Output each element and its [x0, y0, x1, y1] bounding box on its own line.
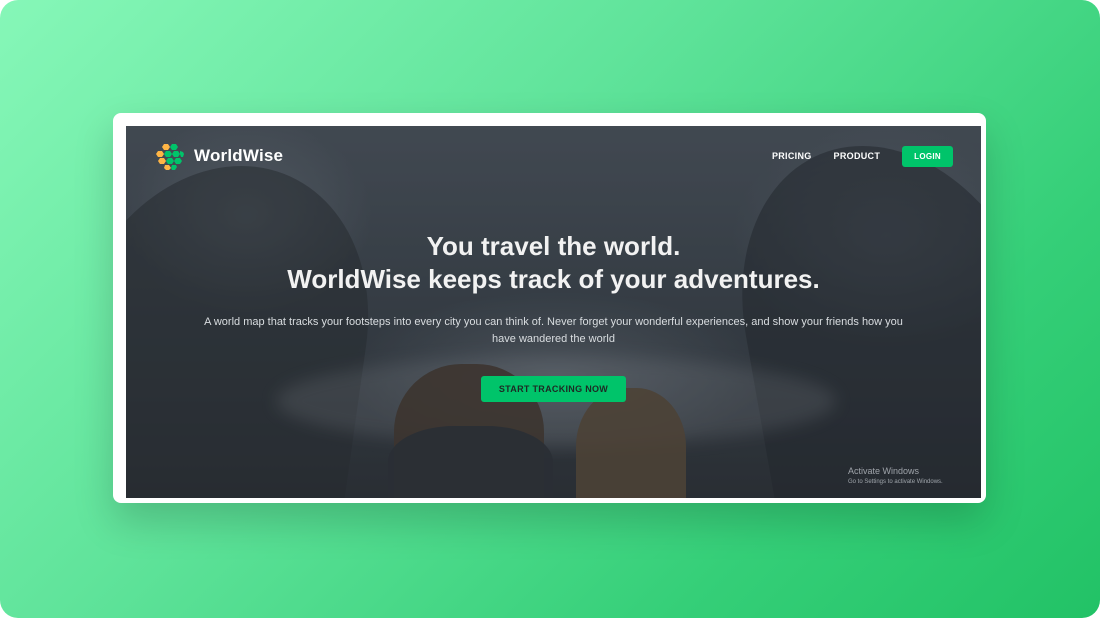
brand-logo-link[interactable]: WorldWise: [154, 140, 283, 172]
globe-hexagon-logo-icon: [156, 144, 184, 170]
hero-title-line-1: You travel the world.: [426, 231, 681, 261]
nav-link-pricing[interactable]: PRICING: [772, 151, 812, 161]
app-screen: WorldWise PRICING PRODUCT LOGIN You trav…: [126, 126, 981, 498]
nav-links: PRICING PRODUCT LOGIN: [772, 145, 953, 167]
gradient-backdrop: WorldWise PRICING PRODUCT LOGIN You trav…: [0, 0, 1100, 618]
browser-frame: WorldWise PRICING PRODUCT LOGIN You trav…: [113, 113, 986, 503]
nav-link-product[interactable]: PRODUCT: [834, 151, 881, 161]
start-tracking-button[interactable]: START TRACKING NOW: [480, 376, 627, 402]
windows-activation-watermark: Activate Windows Go to Settings to activ…: [848, 466, 943, 488]
top-navigation: WorldWise PRICING PRODUCT LOGIN: [126, 126, 981, 186]
hero-section: You travel the world. WorldWise keeps tr…: [126, 230, 981, 402]
watermark-subtitle: Go to Settings to activate Windows.: [848, 479, 943, 485]
watermark-title: Activate Windows: [848, 466, 920, 476]
brand-name: WorldWise: [194, 146, 284, 165]
login-button[interactable]: LOGIN: [902, 145, 953, 167]
hero-subtitle: A world map that tracks your footsteps i…: [204, 316, 903, 345]
hero-title-line-2: WorldWise keeps track of your adventures…: [287, 264, 820, 294]
